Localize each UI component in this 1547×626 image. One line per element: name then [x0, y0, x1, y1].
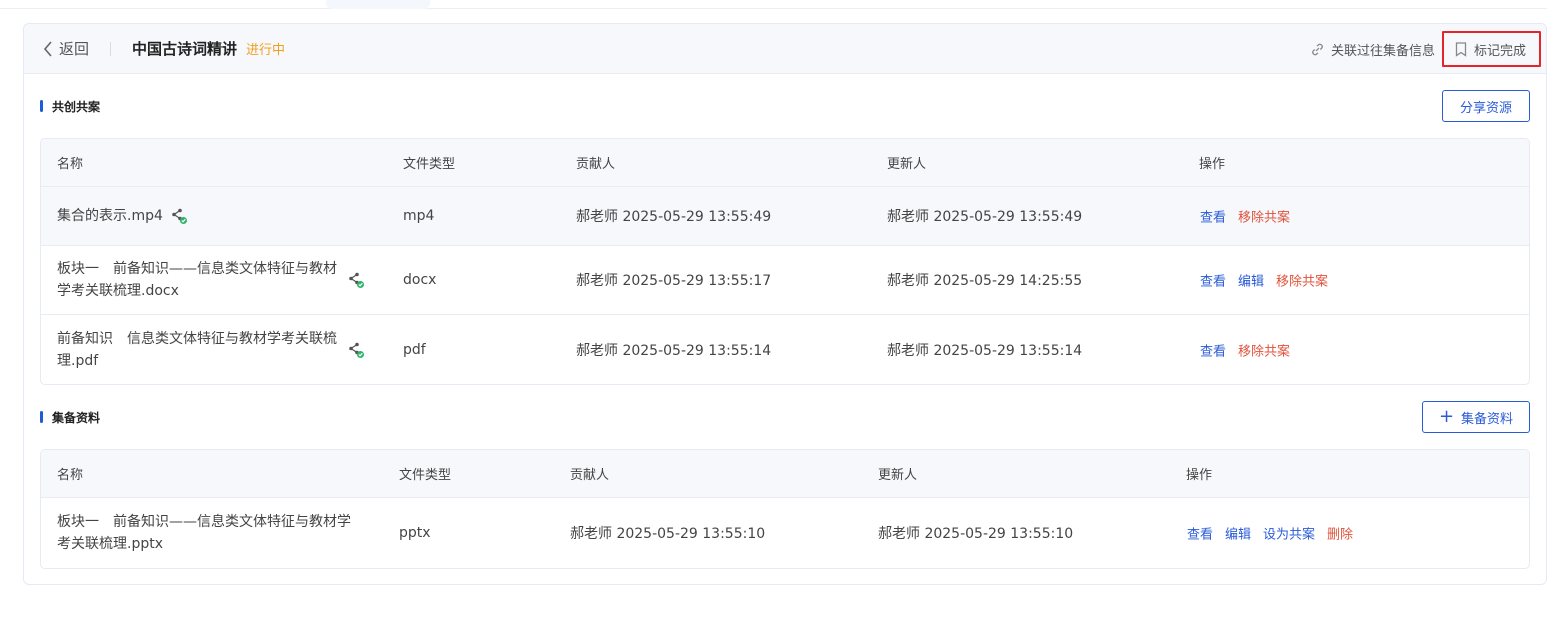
section-collective-materials-header: 集备资料 + 集备资料 [40, 401, 1530, 433]
section-shared-plan-header: 共创共案 分享资源 [40, 90, 1530, 122]
share-icon [349, 342, 364, 358]
shared-plan-table: 名称 文件类型 贡献人 更新人 操作 集合的表示.mp4 mp4 郝老师 202… [40, 138, 1530, 385]
section-title: 集备资料 [52, 410, 101, 425]
column-header-contributor: 贡献人 [576, 157, 616, 172]
lesson-card: 返回 中国古诗词精讲 进行中 关联过往集备信息 标记完成 共创共案 分享资源 名… [23, 23, 1547, 585]
view-link[interactable]: 查看 [1200, 271, 1226, 290]
file-name[interactable]: 前备知识 信息类文体特征与教材学考关联梳理.pdf [57, 328, 347, 372]
bookmark-icon [1455, 41, 1467, 57]
updater: 郝老师 2025-05-29 13:55:10 [878, 526, 1074, 542]
delete-link[interactable]: 删除 [1327, 524, 1353, 543]
collective-materials-table: 名称 文件类型 贡献人 更新人 操作 板块一 前备知识——信息类文体特征与教材学… [40, 449, 1530, 569]
back-button[interactable]: 返回 [43, 38, 89, 59]
top-tab-strip [0, 0, 1547, 9]
remove-shared-link[interactable]: 移除共案 [1276, 271, 1328, 290]
link-past-info-button[interactable]: 关联过往集备信息 [1310, 40, 1435, 59]
plus-icon: + [1438, 406, 1455, 427]
file-type: pptx [399, 525, 431, 541]
contributor: 郝老师 2025-05-29 13:55:17 [576, 273, 772, 289]
edit-link[interactable]: 编辑 [1225, 524, 1251, 543]
edit-link[interactable]: 编辑 [1238, 271, 1264, 290]
column-header-name: 名称 [57, 157, 84, 172]
section-marker [40, 100, 43, 112]
file-type: pdf [403, 341, 426, 358]
column-header-contributor: 贡献人 [570, 468, 610, 483]
page-title: 中国古诗词精讲 [132, 40, 238, 58]
share-icon [172, 208, 187, 224]
header-divider [110, 41, 112, 56]
column-header-actions: 操作 [1199, 157, 1226, 172]
add-material-label: 集备资料 [1461, 411, 1514, 427]
share-resource-button[interactable]: 分享资源 [1442, 90, 1530, 122]
top-tab-active[interactable] [326, 0, 430, 9]
file-type: mp4 [403, 208, 435, 224]
section-title: 共创共案 [52, 99, 101, 114]
view-link[interactable]: 查看 [1187, 524, 1213, 543]
column-header-actions: 操作 [1186, 468, 1213, 483]
header-actions: 关联过往集备信息 标记完成 [1310, 24, 1541, 74]
column-header-type: 文件类型 [399, 468, 452, 483]
link-past-info-label: 关联过往集备信息 [1330, 43, 1435, 59]
remove-shared-link[interactable]: 移除共案 [1238, 340, 1290, 359]
mark-complete-label: 标记完成 [1473, 43, 1526, 59]
share-resource-label: 分享资源 [1459, 100, 1512, 116]
view-link[interactable]: 查看 [1200, 207, 1226, 226]
add-material-button[interactable]: + 集备资料 [1422, 401, 1530, 433]
section-marker [40, 411, 43, 423]
contributor: 郝老师 2025-05-29 13:55:49 [576, 209, 772, 225]
row-actions: 查看 移除共案 [1200, 207, 1302, 226]
table-row[interactable]: 集合的表示.mp4 mp4 郝老师 2025-05-29 13:55:49 郝老… [41, 187, 1529, 246]
updater: 郝老师 2025-05-29 13:55:49 [887, 209, 1083, 225]
table-header: 名称 文件类型 贡献人 更新人 操作 [41, 139, 1529, 187]
share-icon [349, 272, 364, 288]
row-actions: 查看 编辑 设为共案 删除 [1187, 524, 1365, 543]
chevron-left-icon [43, 40, 52, 57]
file-name[interactable]: 板块一 前备知识——信息类文体特征与教材学考关联梳理.pptx [57, 511, 357, 555]
file-name[interactable]: 板块一 前备知识——信息类文体特征与教材学考关联梳理.docx [57, 258, 347, 302]
mark-complete-button[interactable]: 标记完成 [1441, 31, 1541, 67]
table-row[interactable]: 板块一 前备知识——信息类文体特征与教材学考关联梳理.docx docx 郝老师… [41, 246, 1529, 315]
status-badge: 进行中 [246, 43, 286, 58]
table-header: 名称 文件类型 贡献人 更新人 操作 [41, 450, 1529, 498]
link-icon [1312, 43, 1323, 55]
table-row[interactable]: 前备知识 信息类文体特征与教材学考关联梳理.pdf pdf 郝老师 2025-0… [41, 315, 1529, 384]
column-header-updater: 更新人 [887, 157, 927, 172]
table-row[interactable]: 板块一 前备知识——信息类文体特征与教材学考关联梳理.pptx pptx 郝老师… [41, 498, 1529, 568]
set-shared-link[interactable]: 设为共案 [1263, 524, 1315, 543]
view-link[interactable]: 查看 [1200, 340, 1226, 359]
column-header-type: 文件类型 [403, 157, 456, 172]
card-header: 返回 中国古诗词精讲 进行中 关联过往集备信息 标记完成 [24, 24, 1546, 74]
row-actions: 查看 移除共案 [1200, 340, 1302, 359]
back-label: 返回 [59, 40, 90, 58]
column-header-name: 名称 [57, 468, 84, 483]
column-header-updater: 更新人 [878, 468, 918, 483]
file-type: docx [403, 272, 437, 288]
updater: 郝老师 2025-05-29 13:55:14 [887, 342, 1083, 359]
contributor: 郝老师 2025-05-29 13:55:10 [570, 526, 766, 542]
contributor: 郝老师 2025-05-29 13:55:14 [576, 342, 772, 359]
file-name[interactable]: 集合的表示.mp4 [57, 205, 347, 227]
row-actions: 查看 编辑 移除共案 [1200, 271, 1340, 290]
remove-shared-link[interactable]: 移除共案 [1238, 207, 1290, 226]
updater: 郝老师 2025-05-29 14:25:55 [887, 273, 1083, 289]
